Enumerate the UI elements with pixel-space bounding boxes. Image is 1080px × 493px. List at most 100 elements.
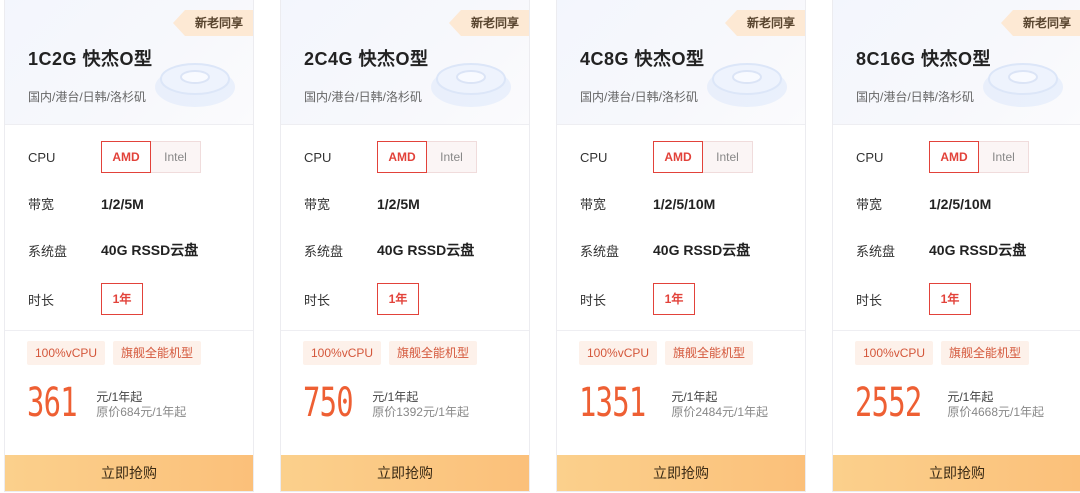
price-block: 1351 元/1年起 原价2484元/1年起 bbox=[579, 383, 768, 423]
product-card: 新老同享 2C4G 快杰O型 国内/港台/日韩/洛杉矶 CPU AMD Inte… bbox=[280, 0, 530, 492]
product-card: 新老同享 4C8G 快杰O型 国内/港台/日韩/洛杉矶 CPU AMD Inte… bbox=[556, 0, 806, 492]
cpu-option-amd[interactable]: AMD bbox=[653, 141, 703, 173]
spec-value-bandwidth: 1/2/5M bbox=[377, 195, 420, 212]
buy-now-button[interactable]: 立即抢购 bbox=[5, 455, 253, 491]
cpu-selector: AMD Intel bbox=[377, 141, 477, 173]
feature-tag: 100%vCPU bbox=[27, 341, 106, 365]
spec-list: CPU AMD Intel 带宽 1/2/5M 系统盘 40G RSSD云盘 时… bbox=[5, 125, 253, 331]
spec-list: CPU AMD Intel 带宽 1/2/5/10M 系统盘 40G RSSD云… bbox=[557, 125, 805, 331]
spec-value-bandwidth: 1/2/5/10M bbox=[929, 195, 992, 212]
price-block: 750 元/1年起 原价1392元/1年起 bbox=[303, 383, 469, 423]
cpu-option-intel[interactable]: Intel bbox=[703, 141, 753, 173]
card-header: 新老同享 8C16G 快杰O型 国内/港台/日韩/洛杉矶 bbox=[833, 0, 1080, 125]
spec-value-disk: 40G RSSD云盘 bbox=[653, 242, 751, 258]
cpu-option-amd[interactable]: AMD bbox=[929, 141, 979, 173]
original-price: 原价684元/1年起 bbox=[96, 405, 187, 419]
cpu-option-intel[interactable]: Intel bbox=[151, 141, 201, 173]
spec-row-disk: 系统盘 40G RSSD云盘 bbox=[580, 240, 795, 260]
price-unit: 元/1年起 bbox=[372, 390, 419, 404]
price-meta: 元/1年起 原价4668元/1年起 bbox=[947, 390, 1044, 420]
spec-label-cpu: CPU bbox=[28, 149, 56, 165]
feature-tags: 100%vCPU 旗舰全能机型 bbox=[579, 341, 754, 365]
plan-regions: 国内/港台/日韩/洛杉矶 bbox=[28, 90, 147, 104]
product-card: 新老同享 1C2G 快杰O型 国内/港台/日韩/洛杉矶 CPU AMD Inte… bbox=[4, 0, 254, 492]
price-meta: 元/1年起 原价1392元/1年起 bbox=[372, 390, 469, 420]
spec-row-cpu: CPU AMD Intel bbox=[856, 141, 1071, 173]
spec-label-bandwidth: 带宽 bbox=[856, 197, 883, 212]
duration-option-1year[interactable]: 1年 bbox=[653, 283, 695, 315]
cpu-option-amd[interactable]: AMD bbox=[101, 141, 151, 173]
promo-tag: 新老同享 bbox=[172, 10, 253, 36]
spec-value-disk: 40G RSSD云盘 bbox=[929, 242, 1027, 258]
spec-value-disk: 40G RSSD云盘 bbox=[377, 242, 475, 258]
spec-row-disk: 系统盘 40G RSSD云盘 bbox=[304, 240, 519, 260]
feature-tags: 100%vCPU 旗舰全能机型 bbox=[27, 341, 202, 365]
feature-tag: 旗舰全能机型 bbox=[113, 341, 202, 365]
spec-value-disk: 40G RSSD云盘 bbox=[101, 242, 199, 258]
spec-row-disk: 系统盘 40G RSSD云盘 bbox=[856, 240, 1071, 260]
feature-tags: 100%vCPU 旗舰全能机型 bbox=[855, 341, 1030, 365]
buy-now-button[interactable]: 立即抢购 bbox=[833, 455, 1080, 491]
spec-row-cpu: CPU AMD Intel bbox=[580, 141, 795, 173]
spec-list: CPU AMD Intel 带宽 1/2/5/10M 系统盘 40G RSSD云… bbox=[833, 125, 1080, 331]
feature-tag: 100%vCPU bbox=[855, 341, 934, 365]
spec-label-duration: 时长 bbox=[580, 292, 607, 308]
price-unit: 元/1年起 bbox=[96, 390, 143, 404]
cpu-selector: AMD Intel bbox=[929, 141, 1029, 173]
price-value: 2552 bbox=[855, 380, 922, 426]
card-header: 新老同享 4C8G 快杰O型 国内/港台/日韩/洛杉矶 bbox=[557, 0, 805, 125]
card-header: 新老同享 2C4G 快杰O型 国内/港台/日韩/洛杉矶 bbox=[281, 0, 529, 125]
spec-row-duration: 时长 1年 bbox=[580, 283, 795, 315]
spec-label-cpu: CPU bbox=[304, 149, 332, 165]
spec-label-bandwidth: 带宽 bbox=[304, 197, 331, 212]
buy-now-button[interactable]: 立即抢购 bbox=[557, 455, 805, 491]
spec-row-disk: 系统盘 40G RSSD云盘 bbox=[28, 240, 243, 260]
duration-option-1year[interactable]: 1年 bbox=[101, 283, 143, 315]
duration-option-1year[interactable]: 1年 bbox=[377, 283, 419, 315]
spec-label-disk: 系统盘 bbox=[580, 243, 620, 259]
plan-title: 8C16G 快杰O型 bbox=[856, 49, 992, 69]
price-unit: 元/1年起 bbox=[947, 390, 994, 404]
original-price: 原价2484元/1年起 bbox=[671, 405, 769, 419]
cpu-option-intel[interactable]: Intel bbox=[979, 141, 1029, 173]
buy-now-button[interactable]: 立即抢购 bbox=[281, 455, 529, 491]
price-value: 361 bbox=[27, 380, 78, 426]
spec-value-bandwidth: 1/2/5/10M bbox=[653, 195, 716, 212]
spec-label-cpu: CPU bbox=[856, 149, 884, 165]
card-header: 新老同享 1C2G 快杰O型 国内/港台/日韩/洛杉矶 bbox=[5, 0, 253, 125]
spec-row-duration: 时长 1年 bbox=[304, 283, 519, 315]
product-card: 新老同享 8C16G 快杰O型 国内/港台/日韩/洛杉矶 CPU AMD Int… bbox=[832, 0, 1080, 492]
spec-label-duration: 时长 bbox=[856, 292, 883, 308]
original-price: 原价4668元/1年起 bbox=[947, 405, 1045, 419]
cpu-selector: AMD Intel bbox=[101, 141, 201, 173]
spec-list: CPU AMD Intel 带宽 1/2/5M 系统盘 40G RSSD云盘 时… bbox=[281, 125, 529, 331]
price-unit: 元/1年起 bbox=[671, 390, 718, 404]
promo-tag: 新老同享 bbox=[724, 10, 805, 36]
price-block: 2552 元/1年起 原价4668元/1年起 bbox=[855, 383, 1044, 423]
cpu-option-intel[interactable]: Intel bbox=[427, 141, 477, 173]
plan-title: 1C2G 快杰O型 bbox=[28, 49, 153, 69]
spec-label-disk: 系统盘 bbox=[856, 243, 896, 259]
promo-tag: 新老同享 bbox=[1000, 10, 1080, 36]
feature-tag: 旗舰全能机型 bbox=[389, 341, 478, 365]
spec-row-duration: 时长 1年 bbox=[856, 283, 1071, 315]
price-value: 750 bbox=[303, 380, 354, 426]
spec-label-disk: 系统盘 bbox=[304, 243, 344, 259]
spec-row-bandwidth: 带宽 1/2/5M bbox=[28, 194, 243, 213]
feature-tag: 100%vCPU bbox=[303, 341, 382, 365]
price-value: 1351 bbox=[579, 380, 646, 426]
feature-tag: 100%vCPU bbox=[579, 341, 658, 365]
spec-label-disk: 系统盘 bbox=[28, 243, 68, 259]
duration-option-1year[interactable]: 1年 bbox=[929, 283, 971, 315]
plan-regions: 国内/港台/日韩/洛杉矶 bbox=[580, 90, 699, 104]
spec-row-duration: 时长 1年 bbox=[28, 283, 243, 315]
original-price: 原价1392元/1年起 bbox=[372, 405, 469, 419]
feature-tags: 100%vCPU 旗舰全能机型 bbox=[303, 341, 478, 365]
feature-tag: 旗舰全能机型 bbox=[665, 341, 754, 365]
cpu-option-amd[interactable]: AMD bbox=[377, 141, 427, 173]
spec-row-bandwidth: 带宽 1/2/5/10M bbox=[856, 194, 1071, 213]
spec-label-duration: 时长 bbox=[304, 292, 331, 308]
price-block: 361 元/1年起 原价684元/1年起 bbox=[27, 383, 186, 423]
price-meta: 元/1年起 原价2484元/1年起 bbox=[671, 390, 768, 420]
spec-row-bandwidth: 带宽 1/2/5/10M bbox=[580, 194, 795, 213]
